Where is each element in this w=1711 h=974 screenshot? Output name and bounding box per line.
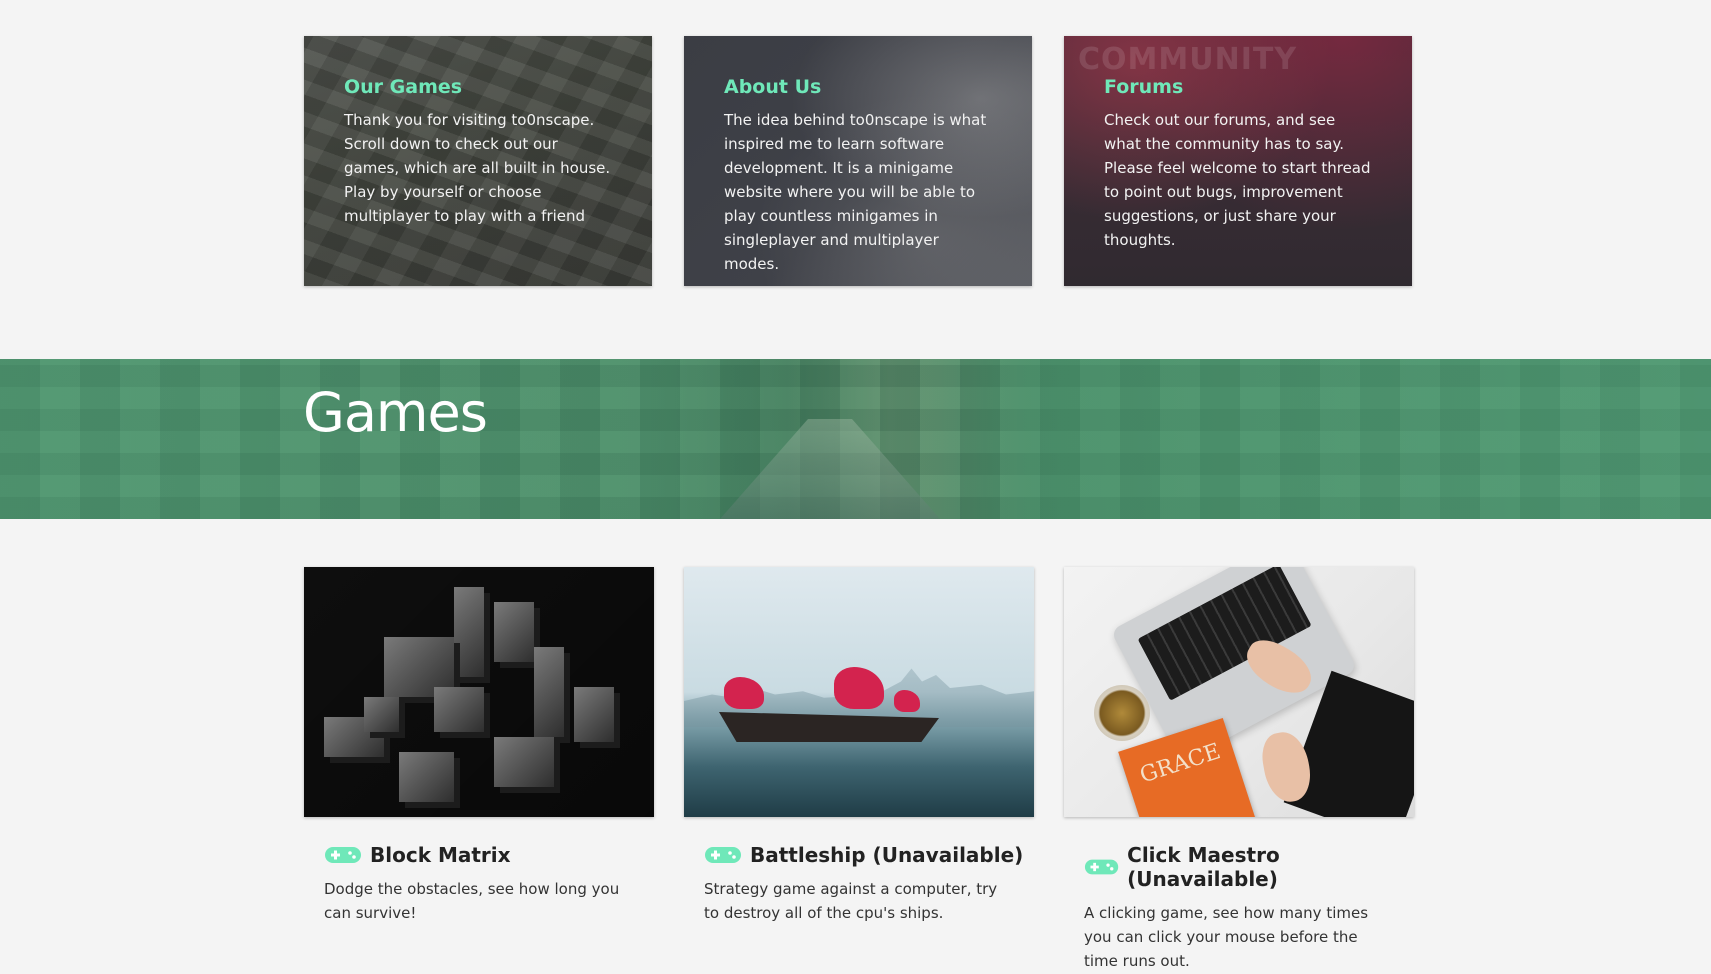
game-description: Strategy game against a computer, try to… <box>704 880 998 922</box>
game-title[interactable]: Battleship (Unavailable) <box>750 843 1023 867</box>
info-card-forums[interactable]: COMMUNITY Forums Check out our forums, a… <box>1064 36 1412 286</box>
game-title-row[interactable]: Click Maestro (Unavailable) <box>1084 843 1414 891</box>
gamepad-icon <box>1084 859 1119 875</box>
game-card-click-maestro[interactable]: GRACE Click Maestro (Unavailable) A clic… <box>1064 567 1414 973</box>
battleship-image[interactable] <box>684 567 1034 817</box>
info-card-title: Our Games <box>344 76 463 98</box>
community-watermark: COMMUNITY <box>1078 42 1298 77</box>
info-card-text: Check out our forums, and see what the c… <box>1104 111 1371 249</box>
info-card-about-us[interactable]: About Us The idea behind to0nscape is wh… <box>684 36 1032 286</box>
book-cover-text: GRACE <box>1137 739 1224 789</box>
game-description: Dodge the obstacles, see how long you ca… <box>324 880 620 922</box>
gamepad-icon <box>705 847 741 863</box>
info-card-text: The idea behind to0nscape is what inspir… <box>724 111 987 273</box>
game-title[interactable]: Click Maestro (Unavailable) <box>1127 843 1414 891</box>
click-maestro-image[interactable]: GRACE <box>1064 567 1414 817</box>
game-title-row[interactable]: Block Matrix <box>324 843 654 867</box>
info-card-our-games[interactable]: Our Games Thank you for visiting to0nsca… <box>304 36 652 286</box>
info-cards: Our Games Thank you for visiting to0nsca… <box>304 36 1412 286</box>
info-card-title: Forums <box>1104 76 1184 98</box>
game-card-battleship[interactable]: Battleship (Unavailable) Strategy game a… <box>684 567 1034 973</box>
game-title-row[interactable]: Battleship (Unavailable) <box>704 843 1034 867</box>
games-list: Block Matrix Dodge the obstacles, see ho… <box>304 567 1414 973</box>
games-section-title: Games <box>303 381 488 444</box>
info-card-text: Thank you for visiting to0nscape. Scroll… <box>344 111 611 225</box>
game-description: A clicking game, see how many times you … <box>1084 904 1369 970</box>
gamepad-icon <box>325 847 361 863</box>
banner-path-decoration <box>720 419 940 519</box>
game-title[interactable]: Block Matrix <box>370 843 511 867</box>
game-card-block-matrix[interactable]: Block Matrix Dodge the obstacles, see ho… <box>304 567 654 973</box>
block-matrix-image[interactable] <box>304 567 654 817</box>
games-banner: Games <box>0 359 1711 519</box>
info-card-title: About Us <box>724 76 822 98</box>
